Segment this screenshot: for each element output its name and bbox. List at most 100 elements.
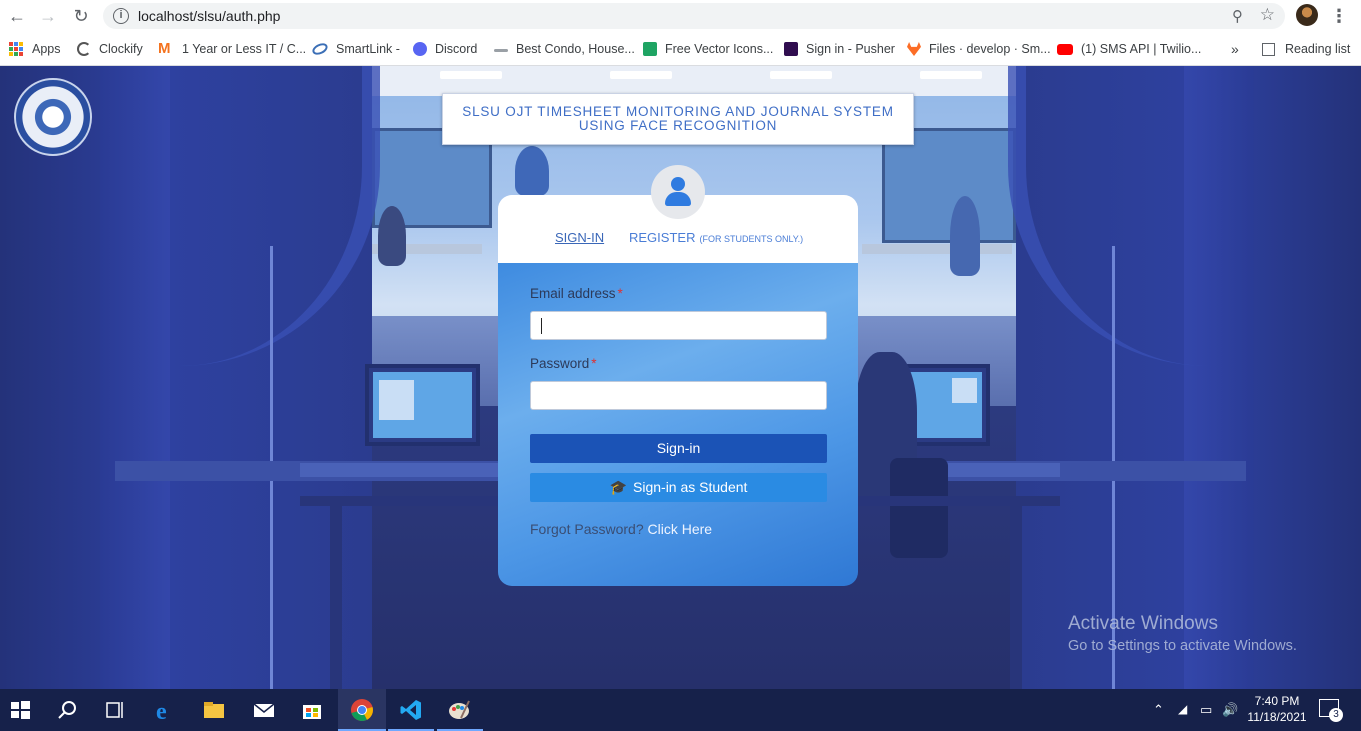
battery-icon[interactable]: ▭ (1200, 702, 1212, 718)
signin-student-label: Sign-in as Student (633, 479, 748, 495)
youtube-icon (1057, 43, 1073, 55)
more-bookmarks-icon[interactable]: » (1231, 40, 1239, 58)
tab-register-label: REGISTER (629, 230, 696, 245)
background-chair (890, 458, 948, 558)
pusher-icon (784, 42, 798, 56)
background-monitor-doc (379, 380, 414, 420)
user-head-shape (671, 177, 685, 191)
background-light (610, 71, 672, 79)
network-icon[interactable]: ◢ (1178, 702, 1187, 716)
bookmark-smartlink[interactable]: SmartLink - (310, 40, 400, 58)
clockify-icon (77, 42, 91, 56)
address-bar[interactable]: i localhost/slsu/auth.php ⚲ ☆ (103, 3, 1285, 29)
bookmark-clockify[interactable]: Clockify (77, 40, 143, 58)
store-icon[interactable] (300, 698, 324, 722)
bookmark-star-icon[interactable]: ☆ (1260, 5, 1275, 25)
browser-toolbar: ← → ↻ i localhost/slsu/auth.php ⚲ ☆ ⋮ (0, 0, 1361, 32)
clock-time: 7:40 PM (1254, 694, 1300, 708)
edge-browser-icon[interactable]: e (154, 698, 178, 722)
profile-avatar[interactable] (1296, 4, 1318, 26)
text-caret (541, 318, 542, 334)
smartlink-icon (310, 41, 330, 57)
bookmark-label: Clockify (99, 42, 143, 56)
tab-register[interactable]: REGISTER (FOR STUDENTS ONLY.) (629, 230, 803, 245)
required-mark: * (617, 286, 623, 301)
signin-student-button[interactable]: 🎓 Sign-in as Student (530, 473, 827, 502)
search-icon[interactable] (56, 698, 80, 722)
browser-menu-icon[interactable]: ⋮ (1330, 4, 1348, 28)
graduation-cap-icon: 🎓 (609, 479, 628, 495)
email-input[interactable] (530, 311, 827, 340)
bookmark-label: Discord (435, 42, 478, 56)
bookmark-label: 1 Year or Less IT / C... (182, 42, 307, 56)
site-info-icon[interactable]: i (113, 8, 129, 24)
reading-list-icon (1262, 42, 1275, 56)
password-label-text: Password (530, 356, 590, 371)
bookmark-label: Files · develop · Sm... (929, 42, 1051, 56)
system-title-banner: SLSU OJT TIMESHEET MONITORING AND JOURNA… (442, 93, 914, 145)
reading-list[interactable]: Reading list (1262, 40, 1350, 58)
file-explorer-icon[interactable] (202, 698, 226, 722)
notification-count: 3 (1329, 708, 1343, 722)
bookmark-twilio[interactable]: (1) SMS API | Twilio... (1057, 40, 1201, 58)
back-icon[interactable]: ← (5, 4, 29, 28)
background-light (770, 71, 832, 79)
activate-windows-title: Activate Windows (1068, 613, 1218, 634)
windows-taskbar: e ⌃ ◢ ▭ 🔊 7:40 PM 11/18/2021 3 (0, 689, 1361, 731)
bookmark-gitlab[interactable]: Files · develop · Sm... (907, 40, 1051, 58)
page-background: SLSU OJT TIMESHEET MONITORING AND JOURNA… (0, 66, 1361, 689)
volume-icon[interactable]: 🔊 (1222, 702, 1238, 718)
bookmark-condo[interactable]: Best Condo, House... (494, 40, 635, 58)
background-person (378, 206, 406, 266)
system-title-line2: USING FACE RECOGNITION (578, 118, 778, 133)
bookmark-label: Best Condo, House... (516, 42, 635, 56)
mail-icon[interactable] (252, 698, 276, 722)
bookmark-free-vector[interactable]: Free Vector Icons... (643, 40, 773, 58)
bookmark-it-jobs[interactable]: M 1 Year or Less IT / C... (158, 40, 306, 58)
gitlab-icon (907, 42, 921, 56)
password-input[interactable] (530, 381, 827, 410)
tab-signin[interactable]: SIGN-IN (555, 230, 604, 245)
email-label: Email address * (530, 286, 623, 301)
background-person (950, 196, 980, 276)
background-monitor-doc (952, 378, 977, 403)
reload-icon[interactable]: ↻ (69, 4, 93, 28)
discord-icon (413, 42, 427, 56)
user-avatar-icon (651, 165, 705, 219)
background-person (515, 146, 549, 196)
bookmark-discord[interactable]: Discord (413, 40, 477, 58)
windows-start-icon[interactable] (8, 698, 32, 722)
background-light (440, 71, 502, 79)
url-text[interactable]: localhost/slsu/auth.php (138, 8, 280, 24)
system-clock[interactable]: 7:40 PM 11/18/2021 (1244, 693, 1310, 725)
background-table-leg (1010, 506, 1022, 689)
paint-icon[interactable] (447, 698, 471, 722)
user-body-shape (665, 192, 691, 206)
vector-icons-icon (643, 42, 657, 56)
task-view-icon[interactable] (103, 698, 127, 722)
bookmark-label: Apps (32, 42, 61, 56)
background-office-pane (882, 128, 1016, 243)
email-label-text: Email address (530, 286, 616, 301)
bookmark-pusher[interactable]: Sign in - Pusher (784, 40, 895, 58)
forgot-password-link[interactable]: Click Here (648, 521, 713, 537)
chrome-icon[interactable] (350, 698, 374, 722)
bookmark-apps[interactable]: Apps (9, 40, 61, 58)
condo-icon (494, 48, 508, 52)
bookmark-label: (1) SMS API | Twilio... (1081, 42, 1202, 56)
m-logo-icon: M (158, 40, 171, 57)
password-label: Password * (530, 356, 597, 371)
background-light (920, 71, 982, 79)
system-title-line1: SLSU OJT TIMESHEET MONITORING AND JOURNA… (462, 104, 894, 119)
required-mark: * (591, 356, 597, 371)
forgot-password-text: Forgot Password? (530, 521, 644, 537)
forward-icon[interactable]: → (36, 4, 60, 28)
zoom-icon[interactable]: ⚲ (1232, 7, 1243, 25)
clock-date: 11/18/2021 (1247, 710, 1307, 724)
bookmarks-bar: Apps Clockify M 1 Year or Less IT / C...… (0, 32, 1361, 66)
tray-chevron-icon[interactable]: ⌃ (1153, 702, 1164, 718)
background-desk (862, 244, 1012, 254)
signin-button[interactable]: Sign-in (530, 434, 827, 463)
vscode-icon[interactable] (399, 698, 423, 722)
bookmark-label: Free Vector Icons... (665, 42, 774, 56)
